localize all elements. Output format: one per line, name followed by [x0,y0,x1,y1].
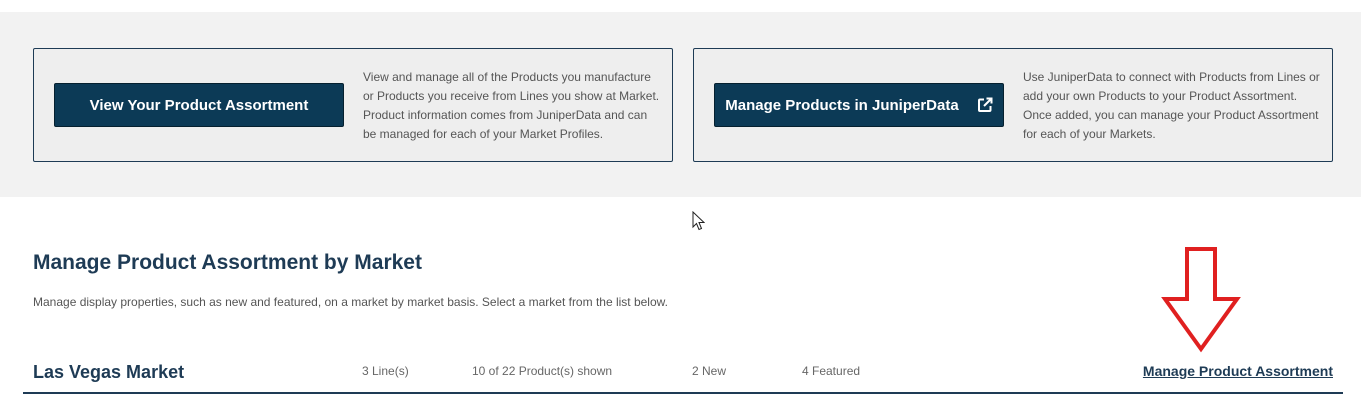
section-title: Manage Product Assortment by Market [33,251,422,274]
top-strip [0,0,1361,12]
lines-count: 3 Line(s) [362,364,409,378]
mouse-cursor-icon [692,211,705,231]
manage-products-juniperdata-button[interactable]: Manage Products in JuniperData [714,83,1004,127]
manage-products-juniperdata-label: Manage Products in JuniperData [725,96,959,114]
juniperdata-card: Manage Products in JuniperData Use Junip… [693,48,1333,162]
manage-product-assortment-link[interactable]: Manage Product Assortment [1143,363,1333,379]
view-product-assortment-label: View Your Product Assortment [89,96,309,114]
juniperdata-description: Use JuniperData to connect with Products… [1023,70,1320,141]
section-description: Manage display properties, such as new a… [33,295,668,309]
products-shown-count: 10 of 22 Product(s) shown [472,364,613,378]
new-count: 2 New [692,364,727,378]
view-product-assortment-button[interactable]: View Your Product Assortment [54,83,344,127]
page: View Your Product Assortment View and ma… [0,0,1361,413]
product-assortment-card: View Your Product Assortment View and ma… [33,48,673,162]
featured-count: 4 Featured [802,364,861,378]
annotation-arrow-icon [1161,247,1241,353]
market-row: Las Vegas Market 3 Line(s) 10 of 22 Prod… [23,352,1343,394]
product-assortment-description: View and manage all of the Products you … [363,70,660,141]
market-name: Las Vegas Market [33,362,185,382]
external-link-icon [977,97,993,113]
